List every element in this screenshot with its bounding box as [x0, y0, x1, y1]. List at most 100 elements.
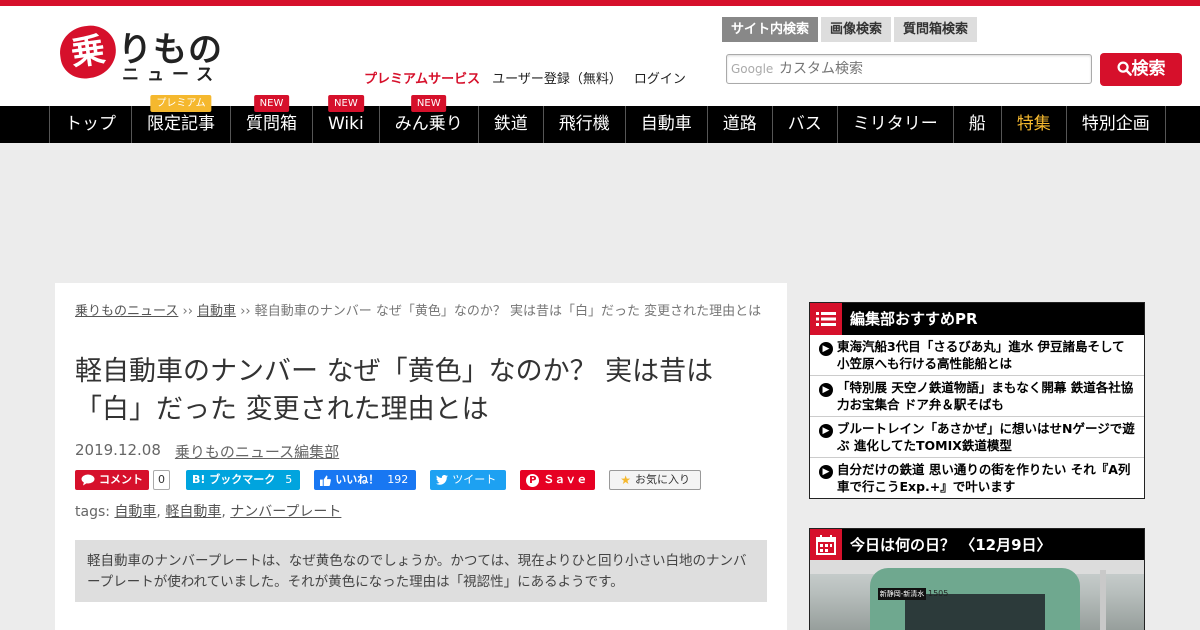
sidebar: 編集部おすすめPR ▶ 東海汽船3代目「さるびあ丸」進水 伊豆諸島そして小笠原へも…: [809, 302, 1145, 499]
recommend-item[interactable]: ▶ 「特別展 天空ノ鉄道物語」まもなく開幕 鉄道各社協力お宝集合 ドア弁＆駅そばも: [810, 375, 1144, 416]
recommend-item[interactable]: ▶ 東海汽船3代目「さるびあ丸」進水 伊豆諸島そして小笠原へも行ける高性能船とは: [810, 335, 1144, 375]
thumbs-up-icon: [320, 474, 332, 486]
site-logo[interactable]: 乗 りもの ニュース: [56, 22, 230, 85]
recommend-item[interactable]: ▶ 自分だけの鉄道 思い通りの街を作りたい それ『A列車で行こうExp.+』で叶い…: [810, 457, 1144, 498]
nav-ship[interactable]: 船: [954, 106, 1002, 143]
recommend-item-text: 自分だけの鉄道 思い通りの街を作りたい それ『A列車で行こうExp.+』で叶いま…: [837, 462, 1131, 494]
nav-airplane[interactable]: 飛行機: [544, 106, 626, 143]
nav-label: 特集: [1016, 114, 1051, 134]
list-icon: [810, 303, 842, 335]
calendar-icon: [810, 529, 842, 561]
hatena-count: 5: [285, 473, 293, 486]
nav-wiki[interactable]: NEW Wiki: [313, 95, 380, 143]
breadcrumb: 乗りものニュース ›› 自動車 ›› 軽自動車のナンバー なぜ「黄色」なのか？ …: [75, 303, 770, 321]
train-photo[interactable]: 新静岡-新清水 1505: [810, 560, 1144, 630]
logo-subtext: ニュース: [122, 65, 222, 85]
nav-question[interactable]: NEW 質問箱: [231, 95, 313, 143]
nav-label: 限定記事: [147, 114, 215, 134]
premium-service-link[interactable]: プレミアムサービス: [364, 68, 480, 87]
nav-road[interactable]: 道路: [708, 106, 773, 143]
hatena-bookmark-button[interactable]: B! ブックマーク 5: [186, 470, 301, 490]
nav-special[interactable]: 特別企画: [1067, 106, 1166, 143]
tab-question-search[interactable]: 質問箱検索: [894, 17, 978, 42]
share-buttons: コメント 0 B! ブックマーク 5 いいね！ 192 ツイート P Ｓａｖｅ …: [75, 470, 701, 490]
nav-label: みん乗り: [394, 114, 463, 134]
recommend-item-text: 東海汽船3代目「さるびあ丸」進水 伊豆諸島そして小笠原へも行ける高性能船とは: [837, 339, 1125, 371]
nav-label: ミリタリー: [852, 114, 938, 134]
tags-label: tags:: [75, 504, 110, 520]
article-author[interactable]: 乗りものニュース編集部: [175, 441, 339, 462]
recommend-list: ▶ 東海汽船3代目「さるびあ丸」進水 伊豆諸島そして小笠原へも行ける高性能船とは …: [810, 335, 1144, 498]
new-badge: NEW: [253, 95, 290, 112]
recommend-title: 編集部おすすめPR: [850, 310, 978, 328]
facebook-label: いいね！: [335, 473, 380, 486]
article-summary: 軽自動車のナンバープレートは、なぜ黄色なのでしょうか。かつては、現在よりひと回り…: [75, 540, 767, 602]
article-date: 2019.12.08: [75, 441, 161, 459]
recommend-box: 編集部おすすめPR ▶ 東海汽船3代目「さるびあ丸」進水 伊豆諸島そして小笠原へも…: [809, 302, 1145, 499]
search-button[interactable]: 検索: [1100, 53, 1182, 86]
nav-label: トップ: [65, 114, 116, 134]
logo-mark: 乗: [56, 22, 120, 82]
train-window: [905, 594, 1045, 630]
login-link[interactable]: ログイン: [634, 68, 686, 87]
nav-bus[interactable]: バス: [773, 106, 838, 143]
nav-feature[interactable]: 特集: [1002, 106, 1067, 143]
site-header: 乗 りもの ニュース プレミアムサービス ユーザー登録（無料） ログイン サイト…: [0, 6, 1200, 106]
nav-limited[interactable]: プレミアム 限定記事: [132, 95, 231, 143]
today-title: 今日は何の日？ 〈12月9日〉: [850, 536, 1052, 554]
chevron-right-icon: ▶: [819, 342, 833, 356]
train-number: 1505: [928, 589, 949, 598]
nav-label: 特別企画: [1081, 114, 1150, 134]
nav-label: バス: [787, 114, 822, 134]
nav-minnori[interactable]: NEW みん乗り: [380, 95, 479, 143]
today-header: 今日は何の日？ 〈12月9日〉: [810, 529, 1144, 561]
nav-military[interactable]: ミリタリー: [838, 106, 954, 143]
recommend-item-text: 「特別展 天空ノ鉄道物語」まもなく開幕 鉄道各社協力お宝集合 ドア弁＆駅そばも: [837, 380, 1134, 412]
nav-label: Wiki: [328, 114, 364, 134]
favorite-label: お気に入り: [635, 473, 690, 486]
nav-label: 鉄道: [493, 114, 528, 134]
facebook-count: 192: [387, 473, 409, 486]
favorite-button[interactable]: ★ お気に入り: [609, 470, 701, 490]
recommend-item[interactable]: ▶ ブルートレイン「あさかぜ」に想いはせNゲージで遊ぶ 進化してたTOMIX鉄道模…: [810, 416, 1144, 457]
tag-link[interactable]: 自動車: [114, 504, 156, 520]
nav-label: 道路: [722, 114, 757, 134]
breadcrumb-home[interactable]: 乗りものニュース: [75, 304, 178, 319]
tab-site-search[interactable]: サイト内検索: [722, 17, 819, 42]
star-icon: ★: [620, 473, 631, 487]
new-badge: NEW: [410, 95, 447, 112]
global-nav: トップ プレミアム 限定記事 NEW 質問箱 NEW Wiki NEW みん乗り 鉄道 …: [0, 95, 1200, 143]
article-tags: tags: 自動車, 軽自動車, ナンバープレート: [75, 504, 342, 520]
search-tabs: サイト内検索 画像検索 質問箱検索: [722, 17, 978, 42]
destination-sign: 新静岡-新清水: [878, 588, 926, 600]
pinterest-save-button[interactable]: P Ｓａｖｅ: [520, 470, 596, 490]
nav-label: 自動車: [640, 114, 692, 134]
tag-link[interactable]: ナンバープレート: [230, 504, 341, 520]
speech-bubble-icon: [81, 474, 95, 486]
nav-car[interactable]: 自動車: [626, 106, 708, 143]
search-input[interactable]: [779, 59, 1079, 79]
tab-image-search[interactable]: 画像検索: [821, 17, 892, 42]
nav-label: 飛行機: [558, 114, 610, 134]
hatena-label: B! ブックマーク: [192, 473, 276, 486]
search-icon: [1116, 61, 1132, 76]
chevron-right-icon: ▶: [819, 383, 833, 397]
comment-button[interactable]: コメント: [75, 470, 149, 490]
pinterest-icon: P: [526, 473, 540, 487]
comment-count: 0: [153, 470, 170, 490]
article-title: 軽自動車のナンバー なぜ「黄色」なのか？ 実は昔は「白」だった 変更された理由と…: [75, 356, 714, 425]
new-badge: NEW: [328, 95, 364, 112]
pinterest-label: Ｓａｖｅ: [543, 473, 588, 486]
recommend-header: 編集部おすすめPR: [810, 303, 1144, 335]
nav-top[interactable]: トップ: [50, 106, 132, 143]
tweet-button[interactable]: ツイート: [430, 470, 507, 490]
tweet-label: ツイート: [452, 473, 497, 486]
ad-space: [0, 143, 1200, 283]
breadcrumb-current: 軽自動車のナンバー なぜ「黄色」なのか？ 実は昔は「白」だった 変更された理由と…: [254, 304, 762, 319]
nav-railway[interactable]: 鉄道: [479, 106, 544, 143]
tag-link[interactable]: 軽自動車: [165, 504, 221, 520]
user-register-link[interactable]: ユーザー登録（無料）: [492, 68, 622, 87]
breadcrumb-sep: ››: [240, 304, 251, 319]
facebook-like-button[interactable]: いいね！ 192: [314, 470, 417, 490]
breadcrumb-category[interactable]: 自動車: [197, 304, 236, 319]
